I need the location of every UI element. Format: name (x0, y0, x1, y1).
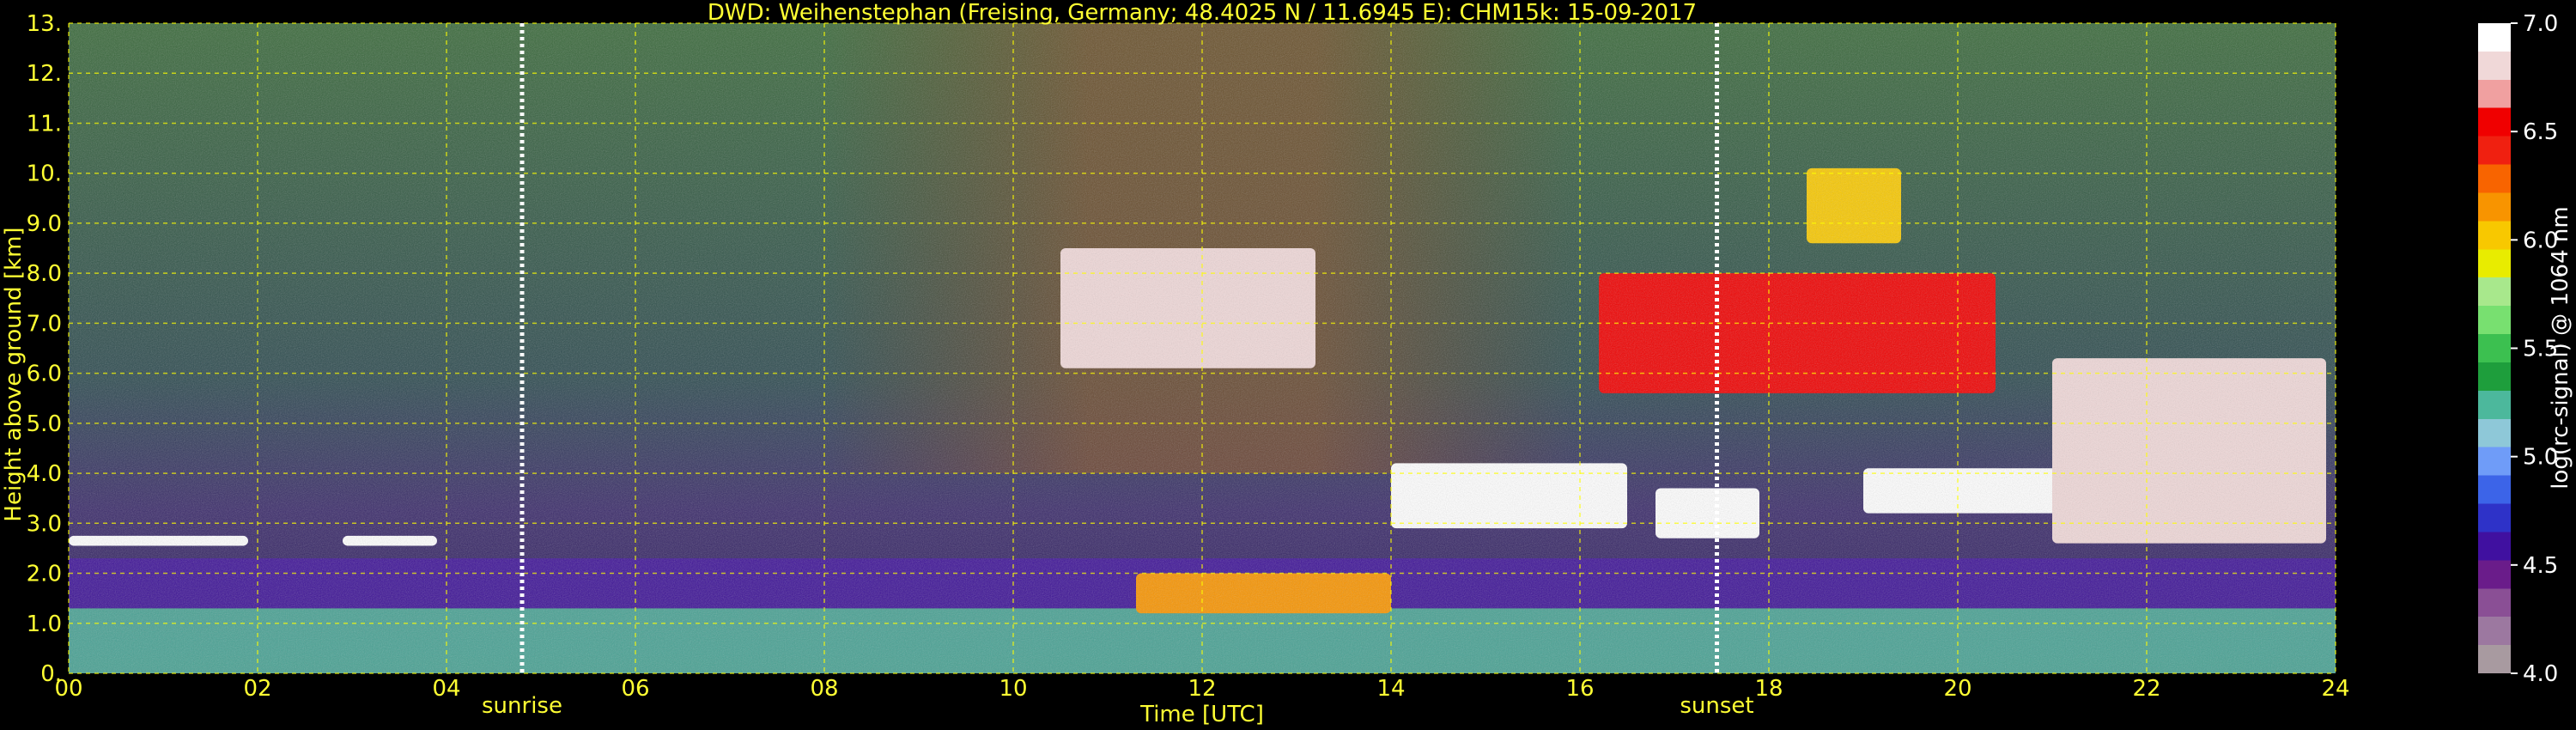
y-tick-label: 7.0 (27, 311, 62, 337)
lidar-chart: sunrise sunset 0.1.02.03.04.05.06.07.08.0… (1, 0, 2573, 727)
x-tick-label: 18 (1754, 676, 1783, 702)
y-tick-label: 5.0 (27, 411, 62, 437)
y-tick-label: 6.0 (27, 362, 62, 387)
x-tick-label: 02 (243, 676, 271, 702)
x-tick-label: 10 (999, 676, 1027, 702)
y-axis: 0.1.02.03.04.05.06.07.08.09.010.11.12.13… (27, 11, 62, 687)
marker-label-sunrise: sunrise (482, 693, 562, 719)
x-tick-label: 24 (2321, 676, 2349, 702)
chart-title: DWD: Weihenstephan (Freising, Germany; 4… (708, 0, 1697, 26)
x-axis-label: Time [UTC] (1139, 702, 1264, 727)
x-tick-label: 22 (2132, 676, 2160, 702)
x-tick-label: 12 (1188, 676, 1216, 702)
x-tick-label: 20 (1943, 676, 1971, 702)
y-tick-label: 8.0 (27, 261, 62, 287)
colorbar-tick-label: 4.0 (2523, 661, 2558, 687)
x-tick-label: 04 (432, 676, 460, 702)
colorbar-scale (2478, 23, 2511, 673)
y-tick-label: 1.0 (27, 611, 62, 637)
y-tick-label: 11. (27, 111, 62, 137)
y-tick-label: 3.0 (27, 511, 62, 537)
y-tick-label: 2.0 (27, 562, 62, 587)
y-tick-label: 10. (27, 161, 62, 187)
y-tick-label: 4.0 (27, 461, 62, 487)
x-tick-label: 00 (54, 676, 82, 702)
x-tick-label: 08 (810, 676, 838, 702)
y-tick-label: 12. (27, 61, 62, 87)
colorbar-tick-label: 7.0 (2523, 11, 2558, 37)
x-tick-label: 14 (1376, 676, 1405, 702)
x-tick-label: 16 (1565, 676, 1594, 702)
colorbar-tick-label: 6.5 (2523, 119, 2558, 145)
x-tick-label: 06 (621, 676, 649, 702)
y-tick-label: 13. (27, 11, 62, 37)
colorbar-label: log(rc-signal) @ 1064 nm (2548, 206, 2573, 489)
y-axis-label: Height above ground [km] (1, 227, 27, 521)
colorbar: 4.04.55.05.56.06.57.0 log(rc-signal) @ 1… (2478, 11, 2573, 687)
colorbar-tick-label: 4.5 (2523, 553, 2558, 579)
marker-label-sunset: sunset (1680, 693, 1753, 719)
y-tick-label: 9.0 (27, 211, 62, 237)
x-axis: 00 02 04 06 08 10 12 14 16 18 20 22 24 (54, 676, 2349, 702)
